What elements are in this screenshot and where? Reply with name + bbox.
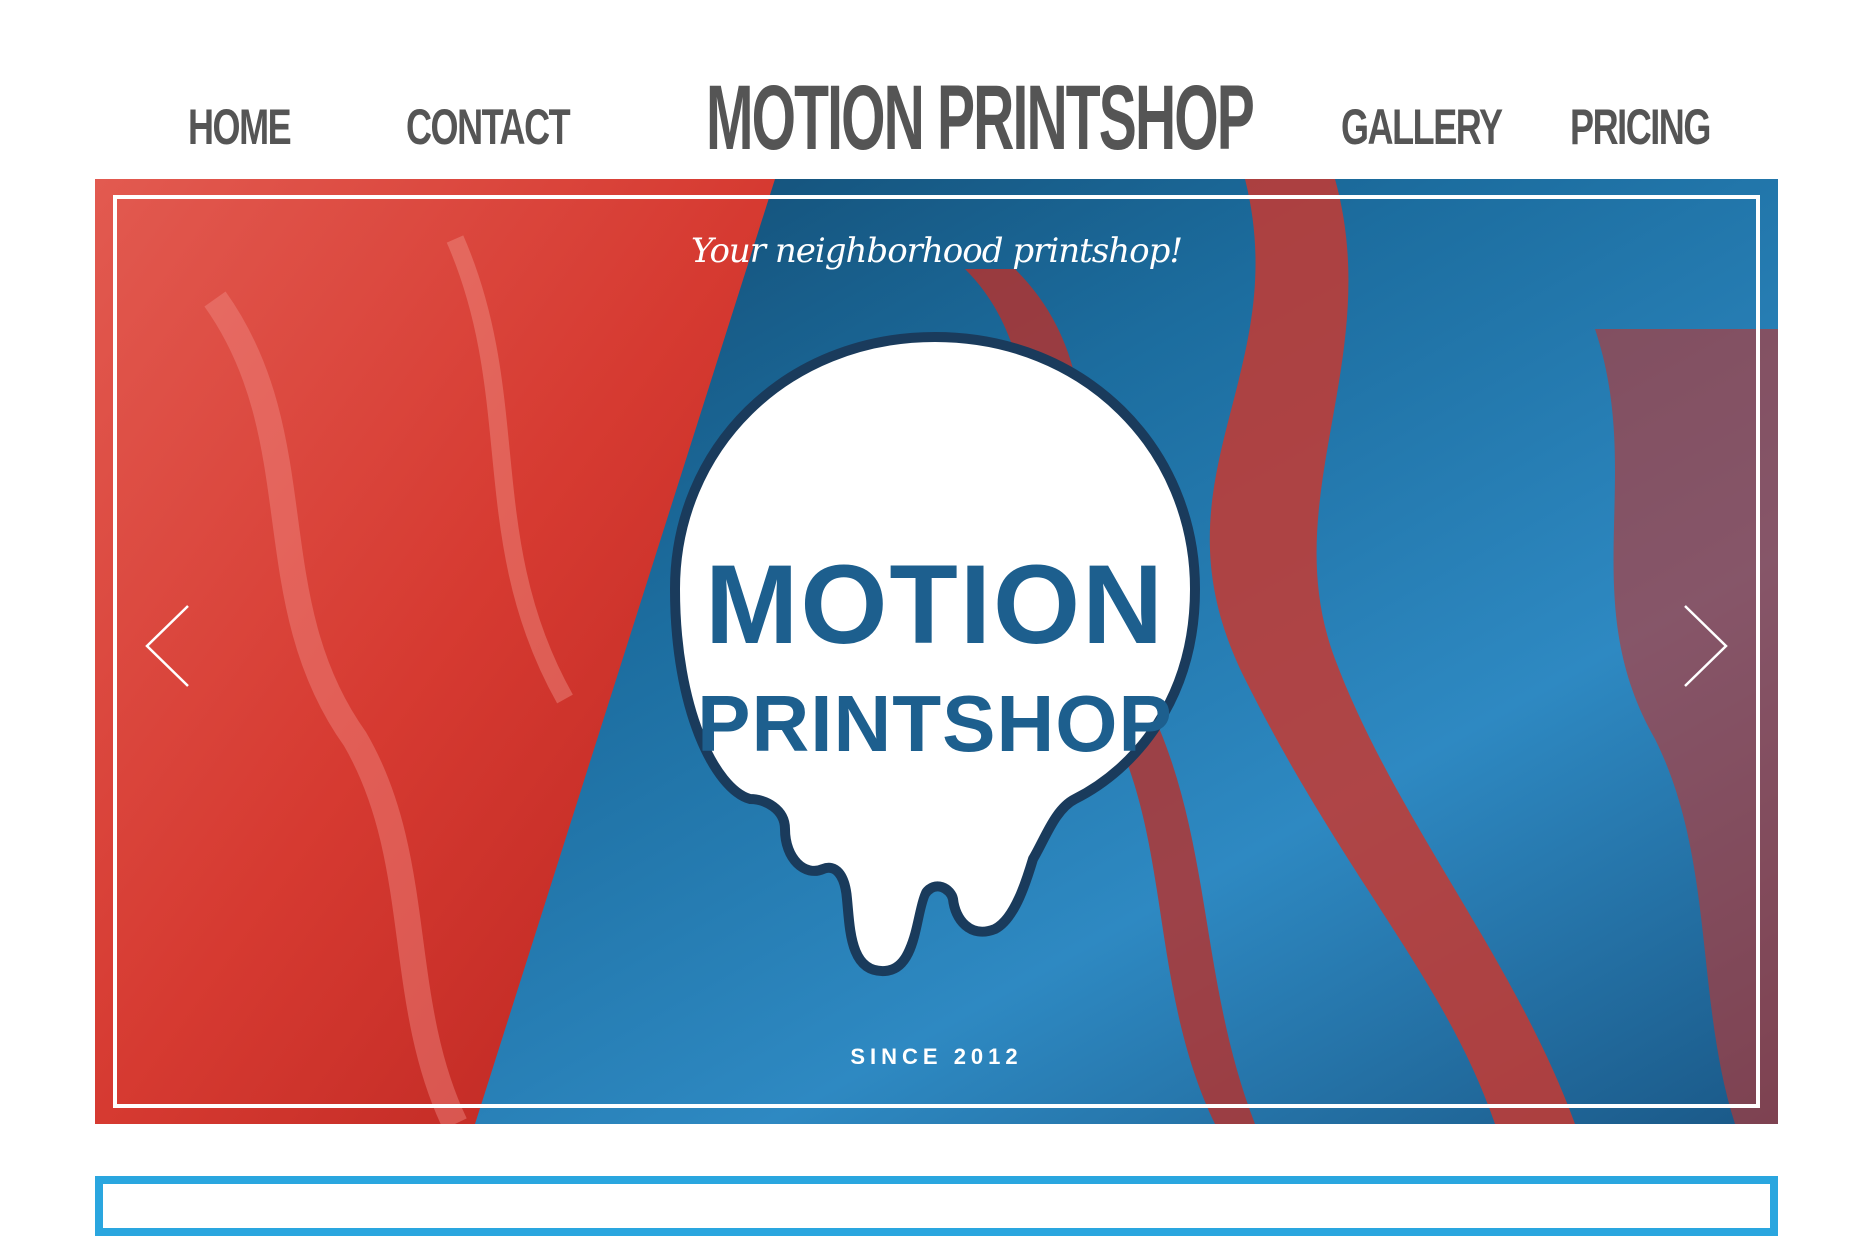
slider-prev-button[interactable]	[143, 604, 193, 688]
chevron-left-icon	[145, 605, 189, 687]
hero-slider: Your neighborhood printshop! MOTION PRIN…	[95, 179, 1778, 1124]
nav-pricing[interactable]: PRICING	[1570, 102, 1711, 152]
logo-word-printshop: PRINTSHOP	[697, 679, 1173, 768]
nav-contact[interactable]: CONTACT	[406, 102, 571, 152]
content-section-box	[95, 1176, 1778, 1236]
chevron-right-icon	[1684, 605, 1728, 687]
site-brand[interactable]: MOTION PRINTSHOP	[706, 72, 1255, 164]
slider-next-button[interactable]	[1680, 604, 1730, 688]
nav-gallery[interactable]: GALLERY	[1341, 102, 1503, 152]
hero-tagline: Your neighborhood printshop!	[690, 231, 1183, 271]
nav-home[interactable]: HOME	[188, 102, 292, 152]
logo-badge: MOTION PRINTSHOP	[635, 299, 1235, 999]
since-text: SINCE 2012	[850, 1044, 1023, 1069]
logo-word-motion: MOTION	[705, 542, 1165, 667]
